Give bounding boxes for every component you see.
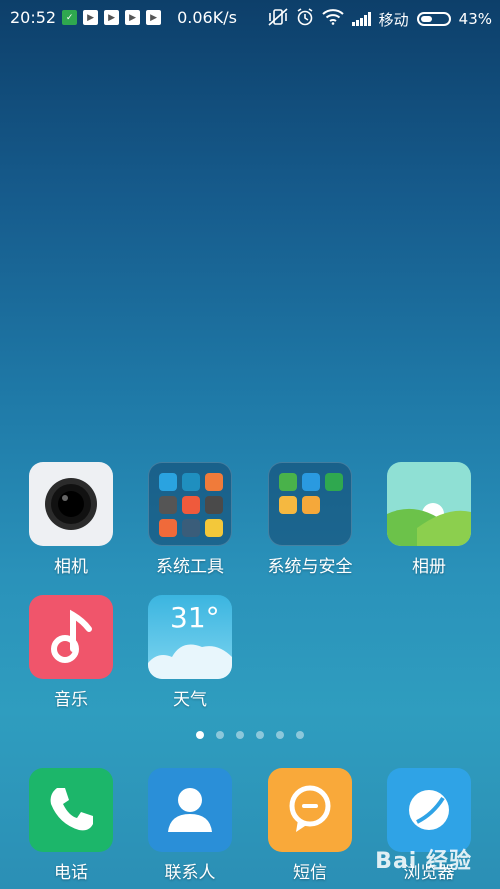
vibrate-icon — [268, 8, 288, 30]
page-dot[interactable] — [256, 731, 264, 739]
clock: 20:52 — [10, 8, 57, 27]
app-label: 天气 — [173, 690, 207, 710]
gallery-icon — [387, 462, 471, 546]
page-dot[interactable] — [296, 731, 304, 739]
page-dot[interactable] — [216, 731, 224, 739]
play-store-icon: ▶ — [104, 10, 120, 25]
wifi-icon — [321, 9, 344, 29]
page-dot[interactable] — [196, 731, 204, 739]
app-gallery[interactable]: 相册 — [374, 462, 484, 577]
app-label: 相机 — [54, 557, 88, 577]
folder-icon — [268, 462, 352, 546]
play-store-icon: ▶ — [125, 10, 141, 25]
battery-percent: 43% — [458, 10, 492, 28]
contacts-icon — [148, 768, 232, 852]
browser-icon — [387, 768, 471, 852]
app-music[interactable]: 音乐 — [16, 595, 126, 710]
phone-icon — [29, 768, 113, 852]
alarm-icon — [296, 8, 314, 30]
app-messages[interactable]: 短信 — [255, 768, 365, 883]
folder-icon — [148, 462, 232, 546]
app-label: 联系人 — [164, 863, 216, 883]
folder-system-security[interactable]: 系统与安全 — [255, 462, 365, 577]
app-label: 电话 — [54, 863, 88, 883]
app-label: 相册 — [412, 557, 446, 577]
app-label: 系统与安全 — [267, 557, 353, 577]
shield-icon: ✓ — [62, 10, 78, 25]
network-speed: 0.06K/s — [177, 8, 237, 27]
folder-system-tools[interactable]: 系统工具 — [135, 462, 245, 577]
message-icon — [268, 768, 352, 852]
play-store-icon: ▶ — [146, 10, 162, 25]
page-indicator — [0, 731, 500, 739]
app-label: 短信 — [293, 863, 327, 883]
page-dot[interactable] — [276, 731, 284, 739]
carrier-name: 移动 — [378, 10, 409, 29]
watermark: Bai 经验 — [375, 849, 472, 874]
play-store-icon: ▶ — [83, 10, 99, 25]
app-label: 系统工具 — [156, 557, 224, 577]
app-weather[interactable]: 31° 天气 — [135, 595, 245, 710]
camera-icon — [29, 462, 113, 546]
signal-icon — [351, 12, 371, 26]
status-bar: 20:52 ✓ ▶ ▶ ▶ ▶ 0.06K/s 移动 43% — [0, 0, 500, 36]
app-contacts[interactable]: 联系人 — [135, 768, 245, 883]
weather-icon: 31° — [148, 595, 232, 679]
app-label: 音乐 — [54, 690, 88, 710]
music-icon — [29, 595, 113, 679]
battery-icon — [416, 12, 451, 26]
app-camera[interactable]: 相机 — [16, 462, 126, 577]
page-dot[interactable] — [236, 731, 244, 739]
app-phone[interactable]: 电话 — [16, 768, 126, 883]
